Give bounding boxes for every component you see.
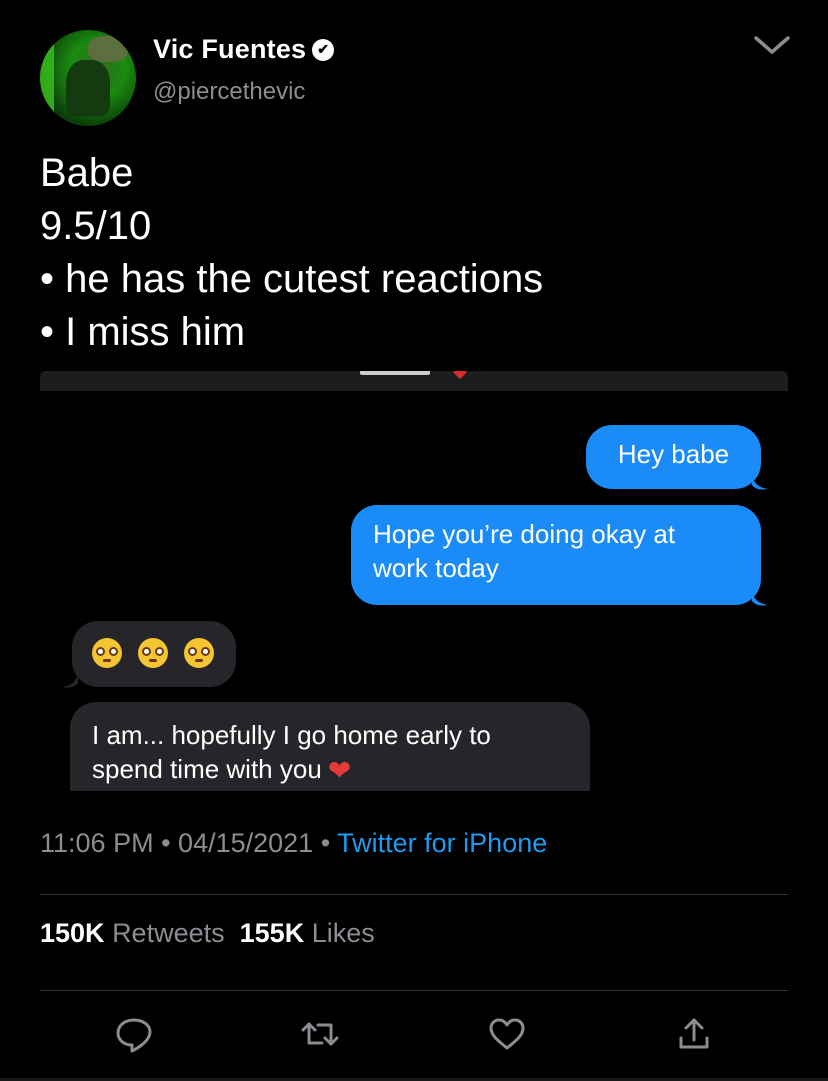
avatar-figure	[66, 60, 110, 116]
meta-separator: •	[313, 828, 338, 858]
author-handle[interactable]: @piercethevic	[153, 78, 305, 106]
pleading-face-icon	[92, 638, 122, 668]
reply-icon[interactable]	[114, 1014, 154, 1054]
tweet-date: 04/15/2021	[178, 828, 314, 858]
pleading-face-icon	[184, 638, 214, 668]
tweet-meta: 11:06 PM • 04/15/2021 • Twitter for iPho…	[40, 828, 547, 859]
divider	[40, 990, 788, 991]
tweet-media-image[interactable]: Hey babe Hope you’re doing okay at work …	[40, 371, 788, 791]
cropped-heart-icon	[452, 371, 468, 380]
avatar-detail	[88, 36, 128, 62]
message-bubble-sent: Hey babe	[586, 425, 761, 489]
tweet-source-link[interactable]: Twitter for iPhone	[337, 828, 547, 858]
tweet-line: • he has the cutest reactions	[40, 257, 544, 301]
like-icon[interactable]	[487, 1014, 527, 1054]
tweet-stats: 150K Retweets 155K Likes	[40, 918, 375, 949]
heart-icon: ❤	[327, 755, 352, 787]
divider	[40, 894, 788, 895]
cropped-top-strip	[40, 371, 788, 391]
author-name[interactable]: Vic Fuentes ✔	[153, 34, 335, 65]
share-icon[interactable]	[674, 1014, 714, 1054]
retweets-stat[interactable]: 150K Retweets	[40, 918, 225, 948]
avatar[interactable]	[40, 30, 136, 126]
cropped-text	[360, 371, 430, 375]
message-text: I am... hopefully I go home early to spe…	[92, 720, 491, 784]
author-name-text: Vic Fuentes	[153, 34, 307, 64]
bubble-tail	[752, 475, 768, 490]
message-bubble-sent: Hope you’re doing okay at work today	[351, 505, 761, 605]
bubble-tail	[62, 673, 78, 688]
tweet-text: Babe 9.5/10 • he has the cutest reaction…	[40, 147, 543, 359]
likes-label: Likes	[311, 918, 375, 948]
likes-count: 155K	[239, 918, 305, 948]
retweets-label: Retweets	[112, 918, 225, 948]
bubble-tail	[752, 591, 768, 606]
verified-badge-icon: ✔	[312, 38, 335, 61]
retweets-count: 150K	[40, 918, 105, 948]
avatar-bg	[40, 30, 54, 126]
tweet-line: Babe	[40, 151, 134, 195]
likes-stat[interactable]: 155K Likes	[240, 918, 375, 948]
tweet-time: 11:06 PM	[40, 828, 154, 858]
chevron-down-icon[interactable]	[752, 30, 792, 60]
retweet-icon[interactable]	[300, 1014, 340, 1054]
tweet-line: • I miss him	[40, 310, 246, 354]
meta-separator: •	[153, 828, 179, 858]
tweet-line: 9.5/10	[40, 204, 152, 248]
pleading-face-icon	[138, 638, 168, 668]
message-bubble-received	[72, 621, 236, 687]
message-bubble-received: I am... hopefully I go home early to spe…	[70, 702, 590, 791]
